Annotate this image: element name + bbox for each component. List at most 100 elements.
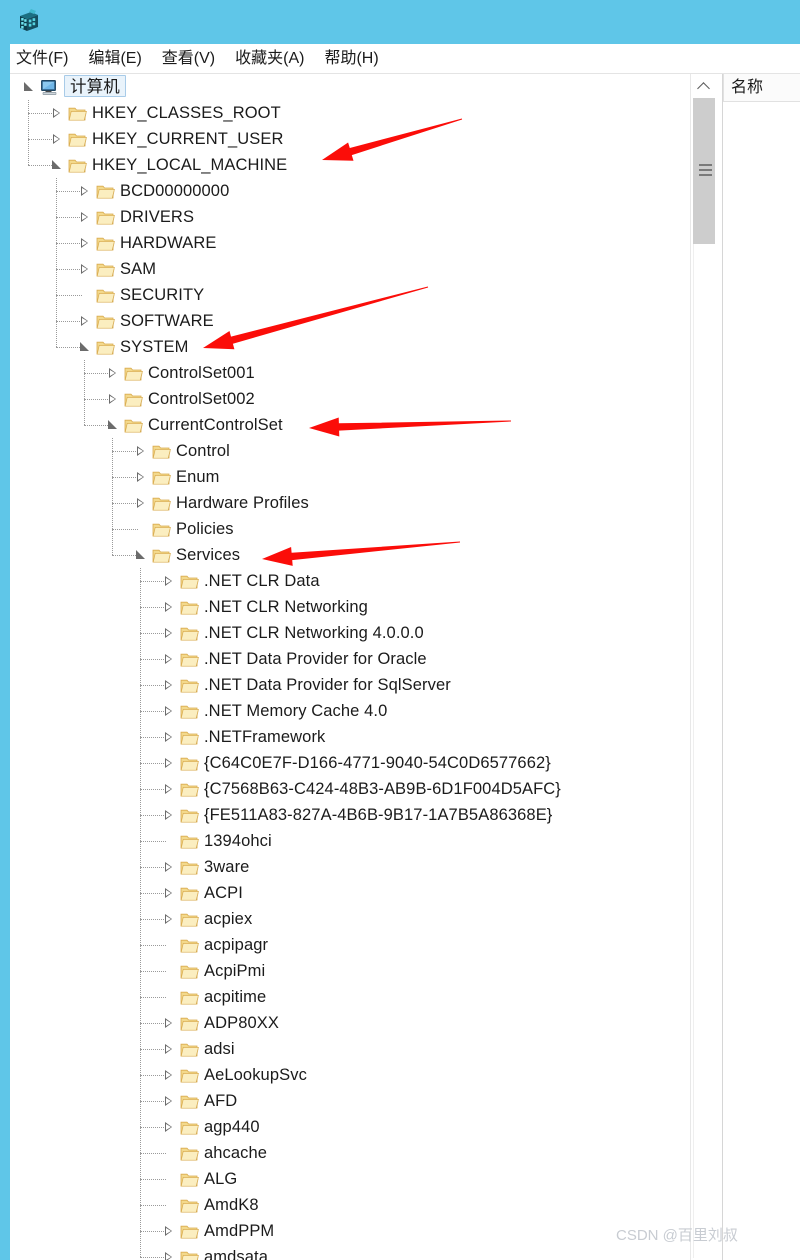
expander-expand-icon[interactable] (162, 1088, 176, 1114)
expander-expand-icon[interactable] (78, 204, 92, 230)
tree-item-amdk8[interactable]: AmdK8 (12, 1192, 690, 1218)
expander-collapse-icon[interactable] (134, 542, 148, 568)
tree-item-amdsata[interactable]: amdsata (12, 1244, 690, 1260)
tree-item-amdppm[interactable]: AmdPPM (12, 1218, 690, 1244)
expander-collapse-icon[interactable] (22, 74, 36, 100)
tree-item-currentcontrolset[interactable]: CurrentControlSet (12, 412, 690, 438)
expander-expand-icon[interactable] (134, 438, 148, 464)
expander-collapse-icon[interactable] (78, 334, 92, 360)
tree-item-software[interactable]: SOFTWARE (12, 308, 690, 334)
tree-item-policies[interactable]: Policies (12, 516, 690, 542)
expander-expand-icon[interactable] (106, 360, 120, 386)
expander-expand-icon[interactable] (78, 256, 92, 282)
expander-expand-icon[interactable] (162, 750, 176, 776)
tree-item-net-data-provider-for-sqlserver[interactable]: .NET Data Provider for SqlServer (12, 672, 690, 698)
tree-item-services[interactable]: Services (12, 542, 690, 568)
folder-icon (180, 598, 199, 615)
menu-bar: 文件(F) 编辑(E) 查看(V) 收藏夹(A) 帮助(H) (4, 44, 800, 74)
tree-item-controlset001[interactable]: ControlSet001 (12, 360, 690, 386)
menu-edit[interactable]: 编辑(E) (88, 44, 141, 74)
tree-item-hkey-local-machine[interactable]: HKEY_LOCAL_MACHINE (12, 152, 690, 178)
expander-expand-icon[interactable] (162, 776, 176, 802)
tree-item-security[interactable]: SECURITY (12, 282, 690, 308)
tree-item-enum[interactable]: Enum (12, 464, 690, 490)
tree-item-c7568b63-c424-48b3-ab9b-6d1f004d5afc[interactable]: {C7568B63-C424-48B3-AB9B-6D1F004D5AFC} (12, 776, 690, 802)
tree-scrollbar[interactable] (690, 74, 717, 1260)
tree-item-acpitime[interactable]: acpitime (12, 984, 690, 1010)
menu-view[interactable]: 查看(V) (162, 44, 215, 74)
expander-collapse-icon[interactable] (50, 152, 64, 178)
tree-item-aelookupsvc[interactable]: AeLookupSvc (12, 1062, 690, 1088)
expander-expand-icon[interactable] (162, 880, 176, 906)
expander-expand-icon[interactable] (162, 620, 176, 646)
expander-collapse-icon[interactable] (106, 412, 120, 438)
expander-expand-icon[interactable] (134, 490, 148, 516)
tree-item-alg[interactable]: ALG (12, 1166, 690, 1192)
tree-item-label: adsi (204, 1040, 235, 1058)
expander-expand-icon[interactable] (162, 1114, 176, 1140)
tree-item-acpipagr[interactable]: acpipagr (12, 932, 690, 958)
tree-item-[interactable]: 计算机 (12, 74, 690, 100)
scrollbar-thumb[interactable] (693, 98, 715, 244)
scrollbar-grip-line (699, 164, 712, 166)
expander-expand-icon[interactable] (162, 646, 176, 672)
tree-item-1394ohci[interactable]: 1394ohci (12, 828, 690, 854)
tree-item-controlset002[interactable]: ControlSet002 (12, 386, 690, 412)
expander-expand-icon[interactable] (162, 672, 176, 698)
tree-item-net-clr-data[interactable]: .NET CLR Data (12, 568, 690, 594)
expander-expand-icon[interactable] (162, 854, 176, 880)
tree-item-hkey-current-user[interactable]: HKEY_CURRENT_USER (12, 126, 690, 152)
tree-item-agp440[interactable]: agp440 (12, 1114, 690, 1140)
expander-expand-icon[interactable] (162, 1218, 176, 1244)
expander-expand-icon[interactable] (50, 100, 64, 126)
expander-expand-icon[interactable] (162, 698, 176, 724)
tree-item-acpi[interactable]: ACPI (12, 880, 690, 906)
expander-expand-icon[interactable] (78, 178, 92, 204)
expander-expand-icon[interactable] (162, 1010, 176, 1036)
folder-icon (152, 520, 171, 537)
expander-expand-icon[interactable] (162, 1036, 176, 1062)
scrollbar-up-button[interactable] (693, 74, 715, 96)
tree-item-acpipmi[interactable]: AcpiPmi (12, 958, 690, 984)
tree-item-net-memory-cache-4-0[interactable]: .NET Memory Cache 4.0 (12, 698, 690, 724)
tree-item-acpiex[interactable]: acpiex (12, 906, 690, 932)
expander-expand-icon[interactable] (78, 308, 92, 334)
expander-expand-icon[interactable] (162, 724, 176, 750)
tree-item-fe511a83-827a-4b6b-9b17-1a7b5a86368e[interactable]: {FE511A83-827A-4B6B-9B17-1A7B5A86368E} (12, 802, 690, 828)
tree-item-net-clr-networking[interactable]: .NET CLR Networking (12, 594, 690, 620)
menu-favorites[interactable]: 收藏夹(A) (235, 44, 304, 74)
registry-tree-panel[interactable]: 计算机 HKEY_CLASSES_ROOT HKEY_CURRENT_USER HKE… (12, 74, 690, 1260)
tree-item-net-data-provider-for-oracle[interactable]: .NET Data Provider for Oracle (12, 646, 690, 672)
tree-item-system[interactable]: SYSTEM (12, 334, 690, 360)
tree-item-bcd00000000[interactable]: BCD00000000 (12, 178, 690, 204)
values-list-panel[interactable]: 名称 (722, 74, 800, 1260)
tree-item-ahcache[interactable]: ahcache (12, 1140, 690, 1166)
tree-item-hardware[interactable]: HARDWARE (12, 230, 690, 256)
expander-expand-icon[interactable] (162, 802, 176, 828)
tree-item-c64c0e7f-d166-4771-9040-54c0d6577662[interactable]: {C64C0E7F-D166-4771-9040-54C0D6577662} (12, 750, 690, 776)
tree-item-adp80xx[interactable]: ADP80XX (12, 1010, 690, 1036)
expander-expand-icon[interactable] (162, 906, 176, 932)
tree-item-netframework[interactable]: .NETFramework (12, 724, 690, 750)
tree-item-drivers[interactable]: DRIVERS (12, 204, 690, 230)
expander-expand-icon[interactable] (134, 464, 148, 490)
tree-item-adsi[interactable]: adsi (12, 1036, 690, 1062)
expander-expand-icon[interactable] (162, 568, 176, 594)
expander-expand-icon[interactable] (106, 386, 120, 412)
tree-item-sam[interactable]: SAM (12, 256, 690, 282)
tree-item-control[interactable]: Control (12, 438, 690, 464)
tree-item-hkey-classes-root[interactable]: HKEY_CLASSES_ROOT (12, 100, 690, 126)
expander-expand-icon[interactable] (162, 594, 176, 620)
tree-item-hardware-profiles[interactable]: Hardware Profiles (12, 490, 690, 516)
menu-help[interactable]: 帮助(H) (324, 44, 378, 74)
expander-expand-icon[interactable] (162, 1244, 176, 1260)
column-header-name[interactable]: 名称 (723, 74, 800, 102)
tree-item-afd[interactable]: AFD (12, 1088, 690, 1114)
tree-item-net-clr-networking-4-0-0-0[interactable]: .NET CLR Networking 4.0.0.0 (12, 620, 690, 646)
menu-file[interactable]: 文件(F) (16, 44, 68, 74)
scrollbar-track[interactable] (693, 244, 716, 1258)
expander-expand-icon[interactable] (162, 1062, 176, 1088)
expander-expand-icon[interactable] (78, 230, 92, 256)
tree-item-3ware[interactable]: 3ware (12, 854, 690, 880)
expander-expand-icon[interactable] (50, 126, 64, 152)
